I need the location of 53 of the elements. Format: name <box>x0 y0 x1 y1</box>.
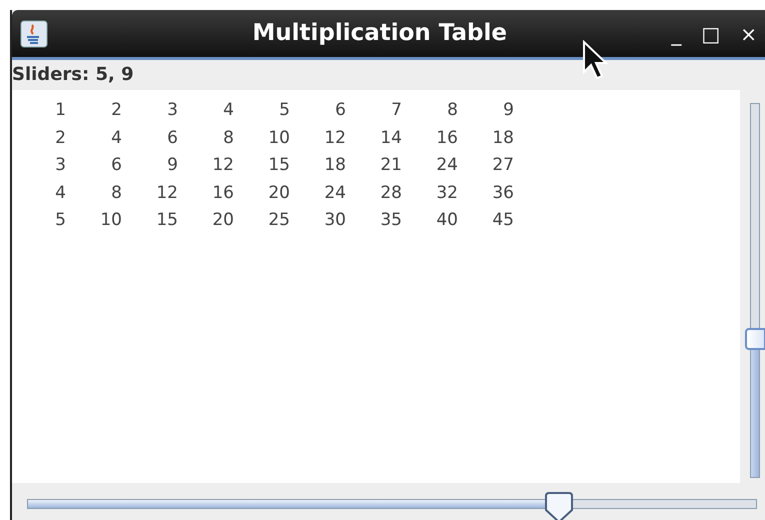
table-cell-text: 2 <box>54 126 67 150</box>
table-cell-text: 8 <box>222 126 235 150</box>
window-title: Multiplication Table <box>251 19 508 48</box>
table-cell-text: 4 <box>54 182 67 204</box>
table-cell-text: 7 <box>390 99 403 122</box>
app-icon <box>20 20 48 48</box>
table-cell-text: 9 <box>166 154 179 177</box>
table-cell-text: 35 <box>379 209 403 232</box>
table-cell-text: 30 <box>323 209 347 232</box>
table-cell-text: 25 <box>267 209 291 232</box>
table-cell-text: 2 <box>110 99 123 122</box>
table-cell-text: 32 <box>435 182 459 204</box>
table-cell-text: 5 <box>278 99 291 122</box>
table-cell-text: 12 <box>323 126 347 150</box>
table-cell-text: 4 <box>222 99 235 122</box>
table-cell-text: 8 <box>446 99 459 122</box>
slider-thumb[interactable] <box>745 328 765 350</box>
table-cell-text: 18 <box>491 126 515 150</box>
table-cell-text: 21 <box>379 154 403 177</box>
table-cell-text: 1 <box>54 99 67 122</box>
table-cell-text: 9 <box>502 99 515 122</box>
table-cell-text: 28 <box>379 182 403 204</box>
table-cell-text: 14 <box>379 126 403 150</box>
table-cell-text: 6 <box>334 99 347 122</box>
table-cell-text: 15 <box>155 209 179 232</box>
table-cell-text: 24 <box>435 154 459 177</box>
table-cell-text: 27 <box>491 154 515 177</box>
table-cell-text: 6 <box>166 126 179 150</box>
table-cell-text: 5 <box>54 209 67 232</box>
table-cell-text: 10 <box>99 209 123 232</box>
maximize-button[interactable]: □ <box>701 24 720 44</box>
table-cell-text: 3 <box>166 99 179 122</box>
table-cell-text: 8 <box>110 182 123 204</box>
close-button[interactable]: × <box>740 24 757 44</box>
table-cell-text: 6 <box>110 154 123 177</box>
table-cell-text: 16 <box>211 182 235 204</box>
table-cell-text: 45 <box>491 209 515 232</box>
minimize-button[interactable]: _ <box>671 24 682 44</box>
table-cell-text: 20 <box>211 209 235 232</box>
table-cell-text: 3 <box>54 154 67 177</box>
table-cell-text: 12 <box>155 182 179 204</box>
table-cell-text: 36 <box>491 182 515 204</box>
table-cell-text: 18 <box>323 154 347 177</box>
table-cell-text: 10 <box>267 126 291 150</box>
slider-thumb[interactable] <box>544 491 574 520</box>
table-cell-text: 40 <box>435 209 459 232</box>
table-cell-text: 12 <box>211 154 235 177</box>
table-cell-text: 20 <box>267 182 291 204</box>
table-cell-text: 24 <box>323 182 347 204</box>
table-cell-text: 15 <box>267 154 291 177</box>
table-cell-text: 4 <box>110 126 123 150</box>
sliders-label: Sliders: 5, 9 <box>12 63 134 87</box>
table-cell-text: 16 <box>435 126 459 150</box>
